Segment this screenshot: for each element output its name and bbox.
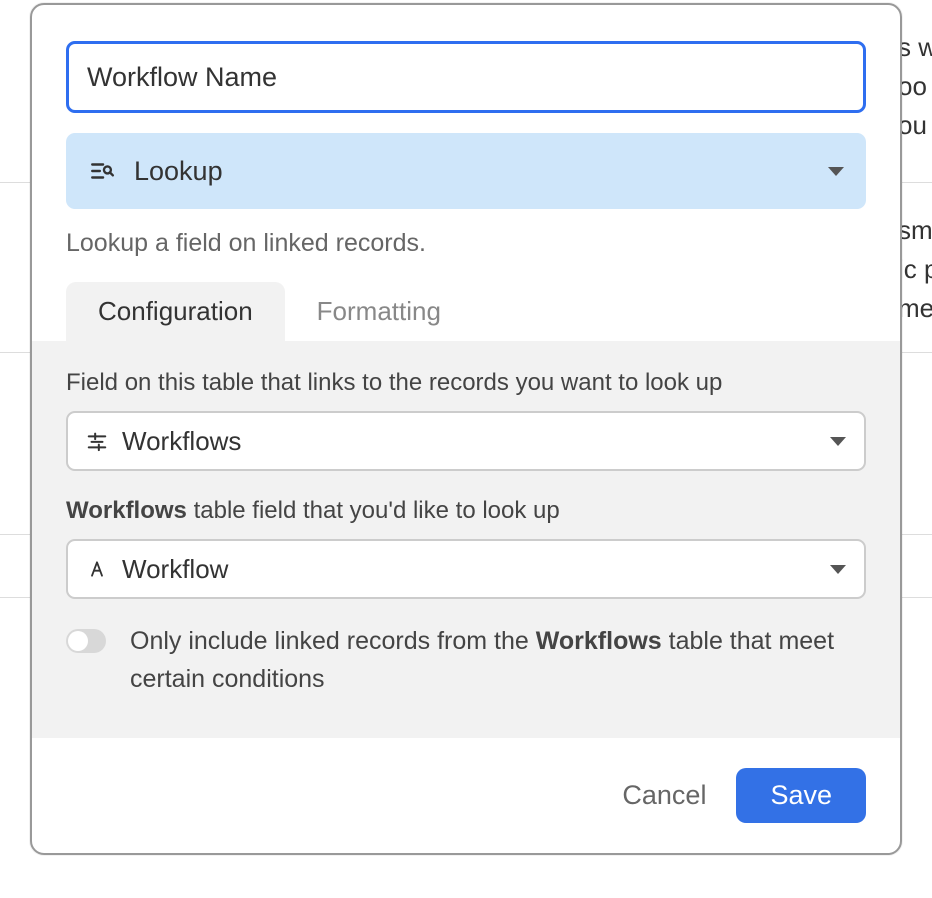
- caret-down-icon: [830, 437, 846, 446]
- tabs: Configuration Formatting: [66, 282, 866, 341]
- background-text-fragment: s w oo ou sm ic p me: [898, 28, 932, 328]
- condition-text: Only include linked records from the Wor…: [130, 623, 866, 698]
- save-button[interactable]: Save: [736, 768, 866, 823]
- lookup-field-value: Workflow: [122, 554, 228, 585]
- field-name-input[interactable]: [66, 41, 866, 113]
- lookup-field-label: Workflows table field that you'd like to…: [66, 497, 866, 525]
- condition-toggle[interactable]: [66, 629, 106, 653]
- field-type-help: Lookup a field on linked records.: [66, 229, 866, 258]
- caret-down-icon: [828, 167, 844, 176]
- caret-down-icon: [830, 565, 846, 574]
- tab-formatting[interactable]: Formatting: [285, 282, 473, 341]
- modal-header: Lookup Lookup a field on linked records.…: [32, 5, 900, 341]
- lookup-field-select[interactable]: Workflow: [66, 539, 866, 599]
- lookup-icon: [88, 157, 116, 185]
- link-field-value: Workflows: [122, 426, 241, 457]
- configuration-panel: Field on this table that links to the re…: [32, 341, 900, 738]
- link-field-select[interactable]: Workflows: [66, 411, 866, 471]
- field-type-select[interactable]: Lookup: [66, 133, 866, 209]
- text-field-icon: [86, 558, 108, 580]
- condition-row: Only include linked records from the Wor…: [66, 623, 866, 698]
- link-field-label: Field on this table that links to the re…: [66, 369, 866, 397]
- field-type-label: Lookup: [134, 156, 223, 187]
- tab-configuration[interactable]: Configuration: [66, 282, 285, 341]
- field-config-modal: Lookup Lookup a field on linked records.…: [30, 3, 902, 855]
- linked-record-icon: [86, 430, 108, 452]
- modal-footer: Cancel Save: [32, 738, 900, 853]
- cancel-button[interactable]: Cancel: [622, 780, 706, 811]
